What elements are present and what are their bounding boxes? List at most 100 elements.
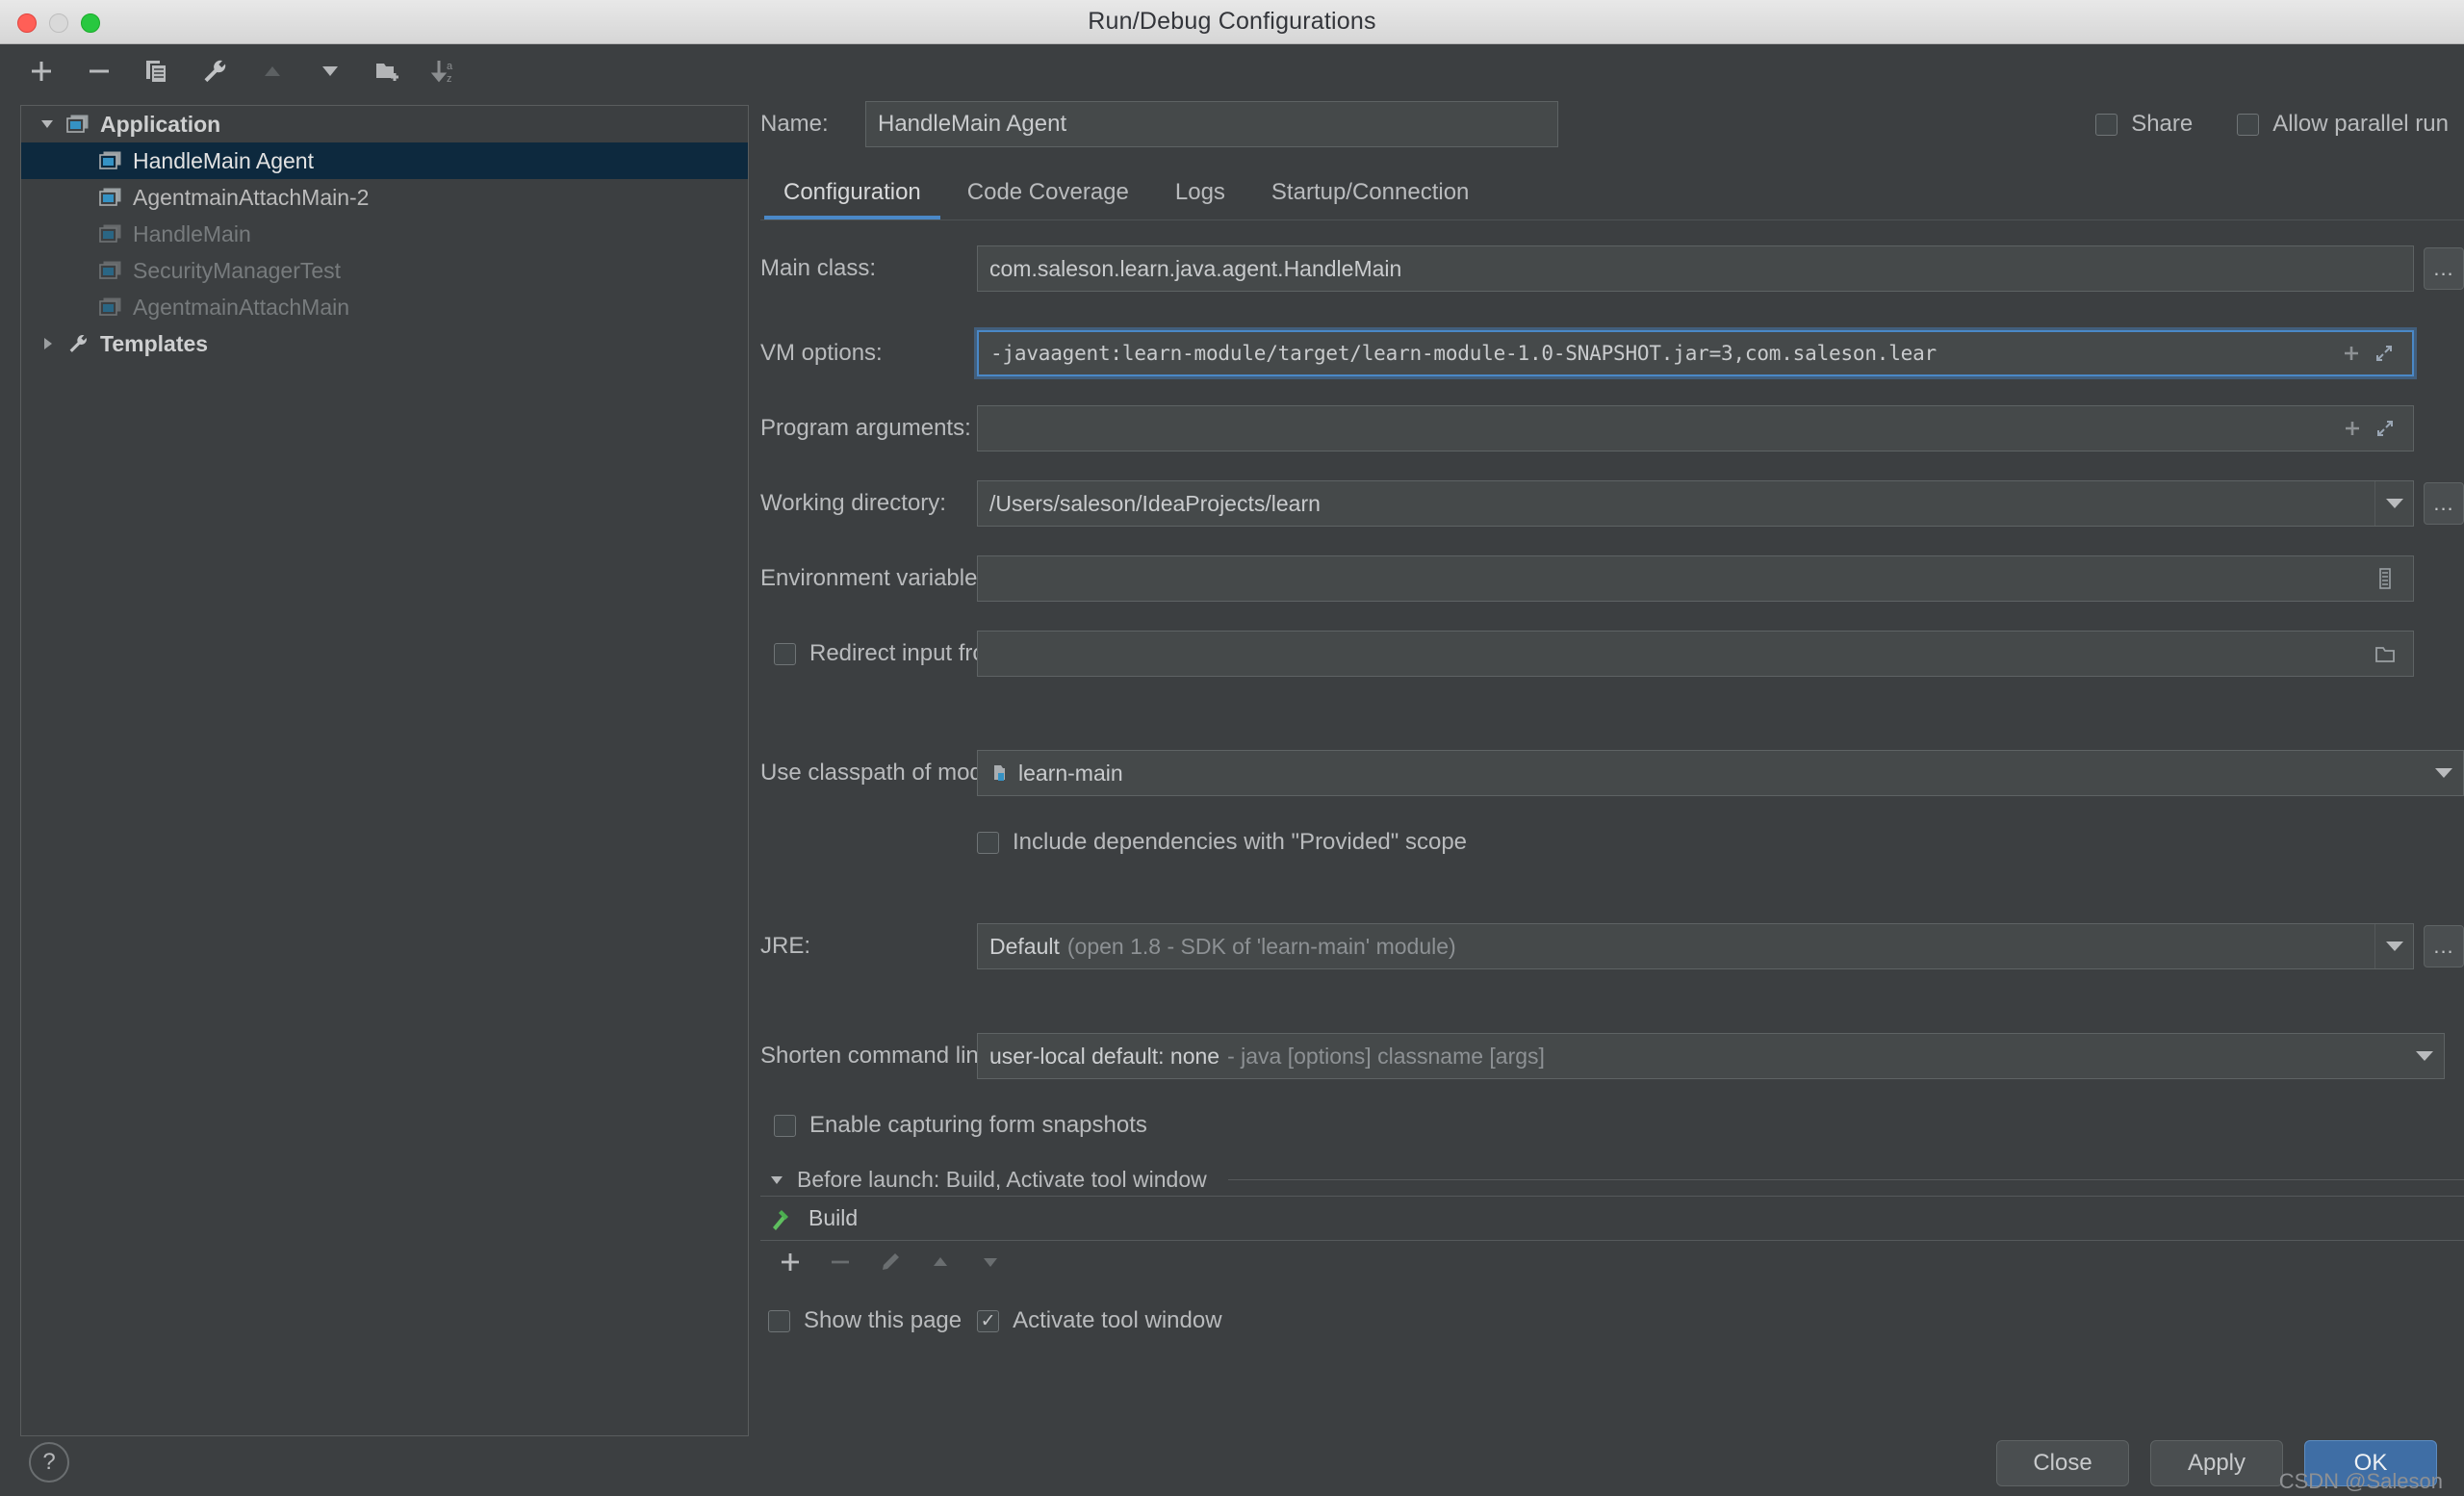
remove-before-launch-task-button[interactable] bbox=[828, 1250, 853, 1275]
plus-icon[interactable] bbox=[2336, 418, 2369, 439]
apply-button[interactable]: Apply bbox=[2150, 1440, 2283, 1486]
classpath-module-combobox[interactable]: learn-main bbox=[977, 750, 2464, 796]
tree-item-agentmainattachmain-2[interactable]: AgentmainAttachMain-2 bbox=[21, 179, 748, 216]
vm-options-label: VM options: bbox=[760, 340, 883, 366]
before-launch-header: Before launch: Build, Activate tool wind… bbox=[760, 1167, 2464, 1193]
redirect-input-label-group: Redirect input from: bbox=[760, 640, 1011, 667]
chevron-right-icon[interactable] bbox=[31, 335, 64, 352]
window-titlebar: Run/Debug Configurations bbox=[0, 0, 2464, 44]
svg-text:a: a bbox=[447, 61, 453, 72]
working-directory-input[interactable]: /Users/saleson/IdeaProjects/learn bbox=[977, 480, 2414, 527]
new-folder-button[interactable] bbox=[372, 55, 404, 88]
folder-icon[interactable] bbox=[2369, 643, 2401, 664]
tree-item-agentmainattachmain[interactable]: AgentmainAttachMain bbox=[21, 289, 748, 325]
tree-item-templates[interactable]: Templates bbox=[21, 325, 748, 362]
program-arguments-row: Program arguments: bbox=[760, 399, 2464, 458]
triangle-up-icon bbox=[258, 57, 287, 86]
form-snapshots-checkbox-row[interactable]: Enable capturing form snapshots bbox=[774, 1112, 2464, 1139]
include-provided-checkbox[interactable] bbox=[977, 831, 999, 854]
move-before-launch-task-down-button[interactable] bbox=[978, 1250, 1003, 1275]
editor-tabs: Configuration Code Coverage Logs Startup… bbox=[760, 168, 2464, 219]
working-directory-row: Working directory: /Users/saleson/IdeaPr… bbox=[760, 474, 2464, 533]
plus-icon bbox=[27, 57, 56, 86]
tree-item-label: SecurityManagerTest bbox=[133, 257, 342, 283]
minimize-window-button[interactable] bbox=[49, 13, 68, 33]
shorten-command-line-combobox[interactable]: user-local default: none - java [options… bbox=[977, 1033, 2445, 1079]
edit-before-launch-task-button[interactable] bbox=[878, 1250, 903, 1275]
jre-row: JRE: Default (open 1.8 - SDK of 'learn-m… bbox=[760, 916, 2464, 976]
activate-tool-window-label: Activate tool window bbox=[1013, 1307, 1222, 1333]
triangle-down-icon bbox=[316, 57, 345, 86]
add-before-launch-task-button[interactable] bbox=[778, 1250, 803, 1275]
remove-configuration-button[interactable] bbox=[83, 55, 116, 88]
expand-diagonal-icon[interactable] bbox=[2369, 418, 2401, 439]
allow-parallel-run-checkbox[interactable] bbox=[2237, 113, 2260, 136]
main-class-input[interactable]: com.saleson.learn.java.agent.HandleMain bbox=[977, 245, 2414, 292]
show-this-page-checkbox-row[interactable]: Show this page bbox=[768, 1307, 962, 1334]
name-input[interactable]: HandleMain Agent bbox=[865, 101, 1558, 147]
copy-configuration-button[interactable] bbox=[141, 55, 173, 88]
help-button[interactable]: ? bbox=[29, 1442, 69, 1483]
before-launch-task-row[interactable]: Build bbox=[760, 1197, 2464, 1241]
close-button[interactable]: Close bbox=[1996, 1440, 2129, 1486]
edit-templates-button[interactable] bbox=[198, 55, 231, 88]
close-window-button[interactable] bbox=[17, 13, 37, 33]
window-title: Run/Debug Configurations bbox=[1088, 8, 1376, 35]
move-configuration-down-button[interactable] bbox=[314, 55, 346, 88]
jre-dropdown-button[interactable] bbox=[2374, 924, 2413, 968]
program-arguments-input[interactable] bbox=[977, 405, 2414, 451]
form-snapshots-checkbox[interactable] bbox=[774, 1114, 796, 1137]
redirect-input-field[interactable] bbox=[977, 631, 2414, 677]
add-configuration-button[interactable] bbox=[25, 55, 58, 88]
include-provided-row: Include dependencies with "Provided" sco… bbox=[760, 818, 2464, 866]
working-directory-browse-button[interactable]: ... bbox=[2424, 482, 2464, 525]
list-editor-icon[interactable] bbox=[2369, 567, 2401, 590]
jre-value-secondary: (open 1.8 - SDK of 'learn-main' module) bbox=[1066, 933, 1456, 959]
chevron-down-icon bbox=[2385, 499, 2403, 508]
share-checkbox[interactable] bbox=[2095, 113, 2118, 136]
include-provided-checkbox-row[interactable]: Include dependencies with "Provided" sco… bbox=[977, 829, 2464, 856]
tree-item-handlemain[interactable]: HandleMain bbox=[21, 216, 748, 252]
expand-diagonal-icon[interactable] bbox=[2368, 343, 2400, 364]
move-before-launch-task-up-button[interactable] bbox=[928, 1250, 953, 1275]
classpath-module-dropdown-button[interactable] bbox=[2425, 751, 2463, 795]
activate-tool-window-checkbox[interactable] bbox=[977, 1309, 1000, 1332]
zoom-window-button[interactable] bbox=[81, 13, 100, 33]
shorten-command-line-dropdown-button[interactable] bbox=[2405, 1034, 2444, 1078]
show-this-page-checkbox[interactable] bbox=[768, 1309, 790, 1332]
tab-configuration[interactable]: Configuration bbox=[760, 179, 944, 219]
wrench-icon bbox=[200, 57, 229, 86]
shorten-command-line-label: Shorten command line: bbox=[760, 1043, 998, 1069]
before-launch-table: Build bbox=[760, 1196, 2464, 1282]
dialog-footer: ? Close Apply OK CSDN @Saleson bbox=[0, 1429, 2464, 1496]
tree-item-label: AgentmainAttachMain-2 bbox=[133, 184, 370, 210]
working-directory-dropdown-button[interactable] bbox=[2374, 481, 2413, 526]
vm-options-input[interactable]: -javaagent:learn-module/target/learn-mod… bbox=[974, 327, 2417, 379]
wrench-icon bbox=[64, 332, 92, 355]
before-launch-title: Before launch: Build, Activate tool wind… bbox=[797, 1167, 1207, 1192]
share-checkbox-row[interactable]: Share bbox=[2095, 111, 2193, 138]
allow-parallel-run-checkbox-row[interactable]: Allow parallel run bbox=[2237, 111, 2449, 138]
move-configuration-up-button[interactable] bbox=[256, 55, 289, 88]
tree-item-label: HandleMain Agent bbox=[133, 147, 314, 173]
redirect-input-checkbox[interactable] bbox=[774, 642, 796, 665]
sort-configurations-button[interactable]: a z bbox=[429, 55, 462, 88]
activate-tool-window-checkbox-row[interactable]: Activate tool window bbox=[977, 1307, 1222, 1334]
configurations-tree[interactable]: Application HandleMain Agent AgentmainAt… bbox=[20, 105, 749, 1436]
tree-item-application[interactable]: Application bbox=[21, 106, 748, 142]
jre-combobox[interactable]: Default (open 1.8 - SDK of 'learn-main' … bbox=[977, 923, 2414, 969]
main-class-browse-button[interactable]: ... bbox=[2424, 247, 2464, 290]
tab-logs[interactable]: Logs bbox=[1152, 179, 1248, 219]
jre-browse-button[interactable]: ... bbox=[2424, 925, 2464, 967]
before-launch-collapse-icon[interactable] bbox=[768, 1172, 785, 1189]
tree-item-securitymanagertest[interactable]: SecurityManagerTest bbox=[21, 252, 748, 289]
plus-icon[interactable] bbox=[2335, 343, 2368, 364]
main-class-label: Main class: bbox=[760, 255, 877, 281]
tab-startup-connection[interactable]: Startup/Connection bbox=[1248, 179, 1492, 219]
tree-item-handlemain-agent[interactable]: HandleMain Agent bbox=[21, 142, 748, 179]
tab-code-coverage[interactable]: Code Coverage bbox=[944, 179, 1152, 219]
environment-variables-input[interactable] bbox=[977, 555, 2414, 602]
configuration-form: Main class: com.saleson.learn.java.agent… bbox=[760, 237, 2464, 1149]
chevron-down-icon[interactable] bbox=[31, 116, 64, 133]
svg-text:z: z bbox=[447, 73, 452, 85]
